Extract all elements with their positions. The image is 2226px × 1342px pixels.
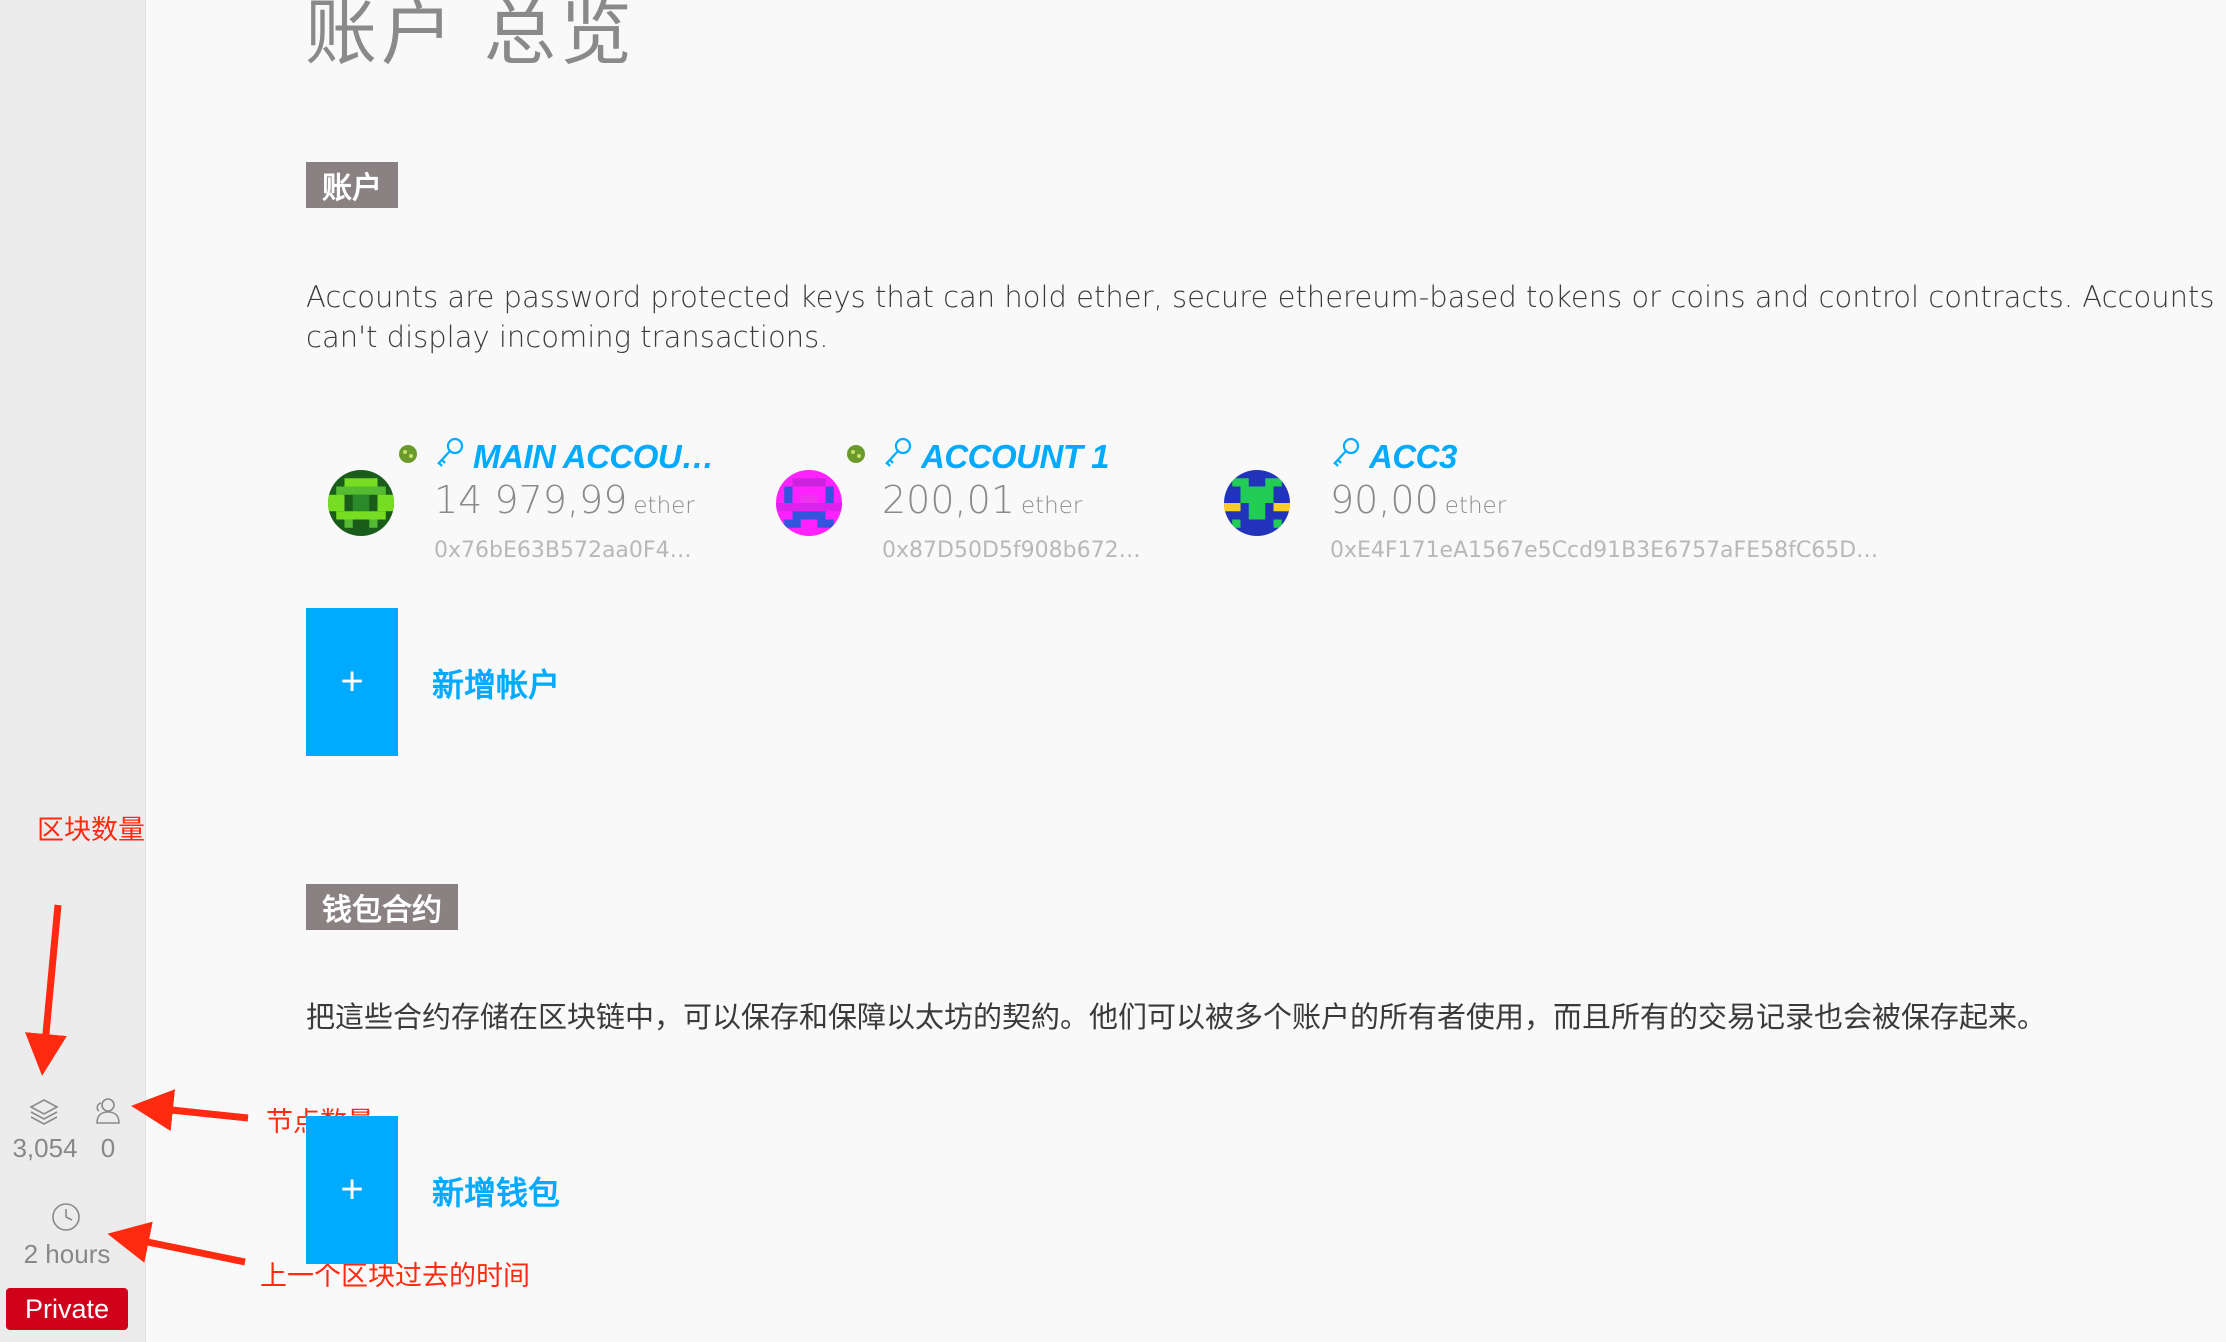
account-address: 0x87D50D5f908b672DF — [882, 538, 1142, 563]
balance-unit: ether — [1020, 493, 1083, 519]
key-icon — [1330, 436, 1362, 475]
page-title: 账户 总览 — [305, 0, 636, 75]
account-address: 0xE4F171eA1567e5Ccd91B3E6757aFE58fC65D7e… — [1330, 538, 1890, 563]
account-balance: 90,00 ether — [1330, 478, 1506, 522]
account-name[interactable]: MAIN ACCOUNT — [473, 438, 723, 476]
key-icon — [434, 436, 466, 475]
account-avatar — [328, 470, 394, 536]
balance-value: 90,00 — [1330, 478, 1439, 522]
accounts-description: Accounts are password protected keys tha… — [306, 280, 2215, 354]
accounts-section-tag: 账户 — [306, 162, 398, 208]
account-card-1[interactable]: ACCOUNT 1 200,01 ether 0x87D50D5f908b672D… — [754, 430, 1174, 570]
balance-unit: ether — [633, 493, 695, 519]
status-icon — [398, 444, 418, 469]
balance-value: 200,01 — [882, 478, 1015, 522]
plus-icon: + — [340, 659, 364, 704]
account-card-main[interactable]: MAIN ACCOUNT 14 979,99 ether 0x76bE63B572… — [306, 430, 726, 570]
account-card-acc3[interactable]: ACC3 90,00 ether 0xE4F171eA1567e5Ccd91B3E… — [1202, 430, 1902, 570]
add-account-label[interactable]: 新增帐户 — [432, 660, 560, 706]
account-avatar — [776, 470, 842, 536]
account-name[interactable]: ACCOUNT 1 — [921, 438, 1109, 476]
account-avatar — [1224, 470, 1290, 536]
plus-icon: + — [340, 1167, 364, 1212]
balance-value: 14 979,99 — [434, 478, 628, 522]
status-icon — [846, 444, 866, 469]
account-balance: 14 979,99 ether — [434, 478, 695, 522]
account-name[interactable]: ACC3 — [1369, 438, 1457, 476]
balance-unit: ether — [1444, 493, 1507, 519]
account-balance: 200,01 ether — [882, 478, 1082, 522]
add-wallet-label[interactable]: 新增钱包 — [432, 1168, 560, 1214]
account-address: 0x76bE63B572aa0F4A1 — [434, 538, 694, 563]
wallets-section-tag: 钱包合约 — [306, 884, 458, 930]
wallets-description: 把這些合约存储在区块链中，可以保存和保障以太坊的契約。他们可以被多个账户的所有者… — [306, 1000, 2047, 1034]
add-wallet-button[interactable]: + — [306, 1116, 398, 1264]
key-icon — [882, 436, 914, 475]
add-account-button[interactable]: + — [306, 608, 398, 756]
